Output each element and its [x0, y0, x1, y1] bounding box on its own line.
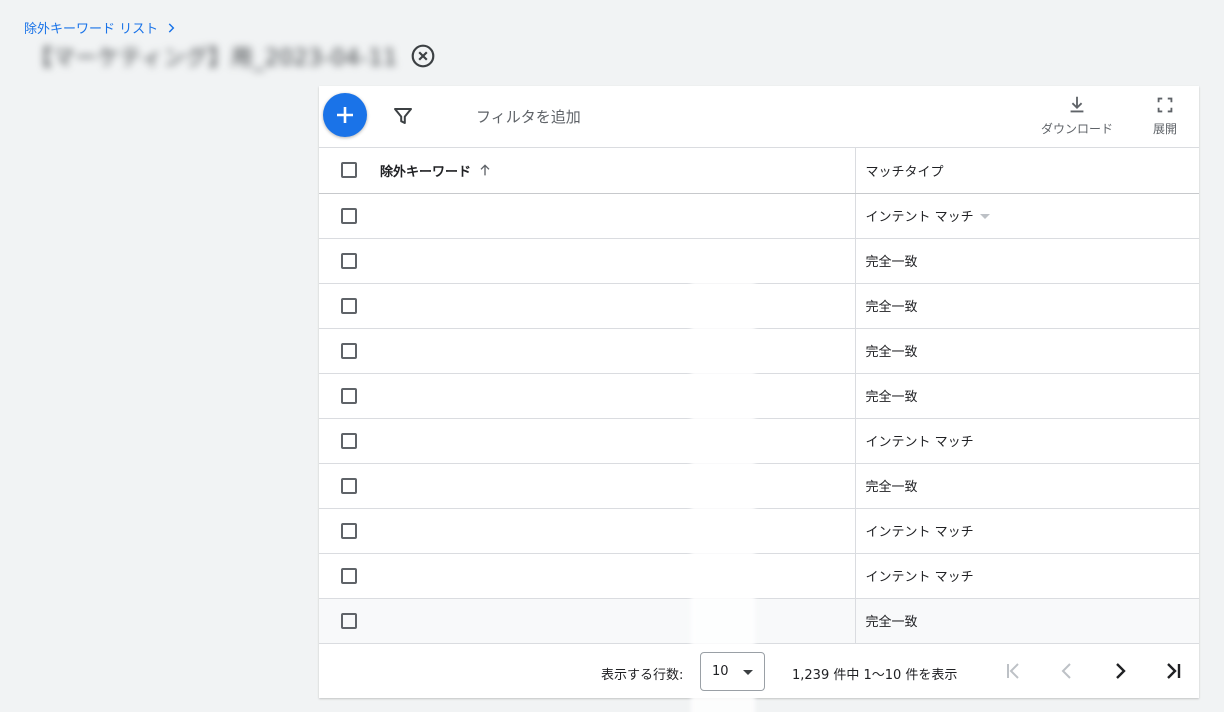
- match-type-text: 完全一致: [865, 390, 918, 405]
- table-row[interactable]: 完全一致: [319, 463, 1199, 509]
- first-page-icon[interactable]: [1001, 659, 1025, 683]
- keyword-cell: [371, 463, 855, 509]
- download-icon: [1070, 96, 1084, 113]
- table-row[interactable]: インテント マッチ: [319, 508, 1199, 554]
- row-checkbox[interactable]: [341, 252, 357, 269]
- keyword-cell: [371, 283, 855, 329]
- row-checkbox-cell: [319, 328, 371, 374]
- pagination: 表示する行数: 10 1,239 件中 1〜10 件を表示: [319, 645, 1199, 698]
- page-title: 【マーケティング】用_2023-04-11: [30, 46, 398, 71]
- match-type-text: 完全一致: [865, 345, 918, 360]
- expand-button[interactable]: 展開: [1153, 94, 1177, 137]
- row-checkbox[interactable]: [341, 522, 357, 539]
- row-checkbox-cell: [319, 193, 371, 239]
- row-checkbox-cell: [319, 373, 371, 419]
- keyword-cell: [371, 238, 855, 284]
- table-row[interactable]: 完全一致: [319, 328, 1199, 374]
- match-type-cell: インテント マッチ: [854, 418, 1199, 464]
- table-row[interactable]: 完全一致: [319, 598, 1199, 644]
- match-type-text: インテント マッチ: [865, 570, 974, 585]
- select-all-checkbox[interactable]: [341, 162, 357, 179]
- row-checkbox-cell: [319, 598, 371, 644]
- filter-icon[interactable]: [391, 104, 415, 128]
- match-type-cell: 完全一致: [854, 463, 1199, 509]
- table-header-row: 除外キーワード マッチタイプ: [319, 148, 1199, 194]
- match-type-cell: 完全一致: [854, 283, 1199, 329]
- clear-button[interactable]: [410, 43, 436, 69]
- expand-label: 展開: [1153, 122, 1178, 136]
- chevron-right-icon: [168, 22, 175, 33]
- row-checkbox[interactable]: [341, 387, 357, 404]
- match-type-text: 完全一致: [865, 300, 918, 315]
- row-checkbox[interactable]: [341, 297, 357, 314]
- plus-icon: [337, 107, 353, 123]
- row-checkbox-cell: [319, 283, 371, 329]
- keyword-header-label: 除外キーワード: [380, 164, 472, 180]
- rows-per-page-label: 表示する行数:: [601, 668, 684, 683]
- match-type-text: インテント マッチ: [865, 435, 974, 450]
- keyword-table: 除外キーワード マッチタイプ インテント マッチ 完全一致 完全一致 完全一致 完全一致…: [319, 148, 1199, 644]
- row-checkbox[interactable]: [341, 342, 357, 359]
- row-checkbox[interactable]: [341, 567, 357, 584]
- match-type-dropdown-icon[interactable]: [979, 211, 990, 221]
- row-checkbox[interactable]: [341, 432, 357, 449]
- keyword-cell: [371, 553, 855, 599]
- keyword-column-header[interactable]: 除外キーワード: [371, 148, 855, 194]
- download-label: ダウンロード: [1041, 122, 1114, 136]
- table-row[interactable]: インテント マッチ: [319, 418, 1199, 464]
- row-checkbox-cell: [319, 508, 371, 554]
- row-checkbox[interactable]: [341, 477, 357, 494]
- row-checkbox-cell: [319, 463, 371, 509]
- row-checkbox-cell: [319, 418, 371, 464]
- match-type-cell: 完全一致: [854, 238, 1199, 284]
- keyword-cell: [371, 418, 855, 464]
- match-type-column-header[interactable]: マッチタイプ: [854, 148, 1199, 194]
- keyword-cell: [371, 598, 855, 644]
- table-row[interactable]: インテント マッチ: [319, 553, 1199, 599]
- table-row[interactable]: 完全一致: [319, 373, 1199, 419]
- previous-page-icon[interactable]: [1055, 659, 1079, 683]
- fullscreen-icon: [1157, 97, 1173, 113]
- title-row: 【マーケティング】用_2023-04-11: [30, 40, 436, 72]
- row-checkbox-cell: [319, 238, 371, 284]
- match-type-cell: 完全一致: [854, 598, 1199, 644]
- match-type-text: インテント マッチ: [865, 210, 974, 225]
- match-type-text: 完全一致: [865, 615, 918, 630]
- add-button[interactable]: [323, 93, 367, 137]
- match-type-cell: インテント マッチ: [854, 508, 1199, 554]
- match-type-cell: インテント マッチ: [854, 193, 1199, 239]
- sort-ascending-icon: [480, 164, 490, 176]
- match-type-text: インテント マッチ: [865, 525, 974, 540]
- page-range-text: 1,239 件中 1〜10 件を表示: [792, 668, 958, 683]
- match-type-cell: インテント マッチ: [854, 553, 1199, 599]
- table-row[interactable]: インテント マッチ: [319, 193, 1199, 239]
- rows-per-page-select[interactable]: 10: [700, 652, 765, 691]
- row-checkbox[interactable]: [341, 612, 357, 629]
- filter-input[interactable]: フィルタを追加: [476, 106, 581, 127]
- rows-per-page-value: 10: [712, 664, 729, 679]
- last-page-icon[interactable]: [1161, 659, 1185, 683]
- match-type-text: 完全一致: [865, 480, 918, 495]
- close-circle-icon: [411, 44, 434, 68]
- match-type-text: 完全一致: [865, 255, 918, 270]
- keyword-cell: [371, 328, 855, 374]
- breadcrumb-link[interactable]: 除外キーワード リスト: [24, 18, 158, 37]
- keyword-cell: [371, 373, 855, 419]
- keyword-cell: [371, 193, 855, 239]
- keyword-cell: [371, 508, 855, 554]
- dropdown-arrow-icon: [742, 669, 753, 675]
- row-checkbox-cell: [319, 553, 371, 599]
- match-type-cell: 完全一致: [854, 373, 1199, 419]
- breadcrumb[interactable]: 除外キーワード リスト: [24, 18, 178, 37]
- table-row[interactable]: 完全一致: [319, 283, 1199, 329]
- match-type-cell: 完全一致: [854, 328, 1199, 374]
- next-page-icon[interactable]: [1108, 659, 1132, 683]
- row-checkbox[interactable]: [341, 207, 357, 224]
- table-row[interactable]: 完全一致: [319, 238, 1199, 284]
- download-button[interactable]: ダウンロード: [1041, 94, 1113, 137]
- table-toolbar: フィルタを追加 ダウンロード 展開: [319, 86, 1199, 148]
- keyword-table-card: フィルタを追加 ダウンロード 展開 除外キーワード マッチタイプ インテント マ…: [319, 86, 1199, 712]
- select-all-cell: [319, 148, 371, 194]
